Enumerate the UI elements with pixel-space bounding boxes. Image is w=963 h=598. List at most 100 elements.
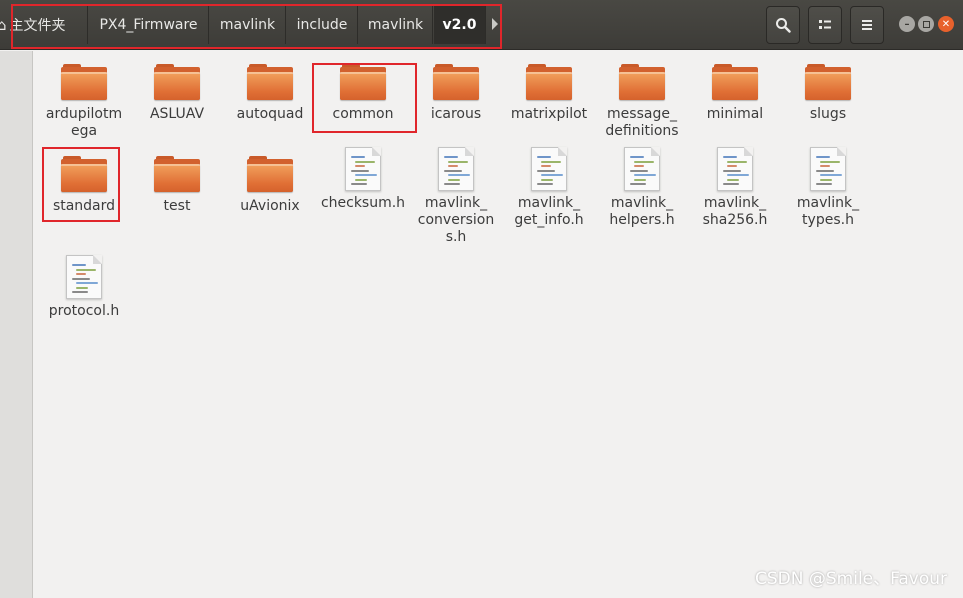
close-icon: ✕ [941, 18, 951, 30]
code-line-decoration [448, 178, 460, 181]
item-label: checksum.h [320, 195, 406, 211]
code-line-decoration [351, 156, 365, 158]
code-line-decoration [634, 178, 646, 181]
item-label: mavlink_ helpers.h [609, 195, 675, 228]
code-line-decoration [541, 174, 563, 176]
view-toggle-button[interactable] [808, 6, 842, 44]
code-line-decoration [820, 178, 832, 181]
maximize-button[interactable] [918, 16, 934, 32]
file-item[interactable]: mavlink_ conversion s.h [410, 147, 502, 246]
code-line-decoration [630, 169, 648, 172]
item-label: message_ definitions [605, 106, 679, 139]
annotation-common-box [312, 63, 417, 133]
maximize-icon [922, 20, 930, 28]
code-line-decoration [537, 169, 555, 172]
code-line-decoration [723, 169, 741, 172]
folder-item[interactable]: slugs [782, 62, 874, 123]
item-label: protocol.h [48, 303, 120, 319]
code-line-decoration [727, 160, 747, 163]
folder-item[interactable]: minimal [689, 62, 781, 123]
code-line-decoration [351, 169, 369, 172]
minimize-icon: – [904, 18, 910, 30]
folder-icon [247, 154, 293, 194]
folder-item[interactable]: icarous [410, 62, 502, 123]
text-file-icon [717, 147, 753, 191]
folder-item[interactable]: ardupilotm ega [38, 62, 130, 140]
folder-item[interactable]: ASLUAV [131, 62, 223, 123]
code-line-decoration [448, 160, 468, 163]
code-line-decoration [72, 264, 86, 266]
menu-icon [862, 20, 872, 30]
watermark: CSDN @Smile、Favour [755, 569, 947, 589]
home-icon: ⌂ [0, 16, 7, 34]
item-label: mavlink_ conversion s.h [417, 195, 495, 245]
menu-button[interactable] [850, 6, 884, 44]
code-line-decoration [541, 165, 551, 167]
code-line-decoration [351, 183, 367, 185]
folder-icon [619, 62, 665, 102]
file-item[interactable]: mavlink_ types.h [782, 147, 874, 229]
folder-item[interactable]: matrixpilot [503, 62, 595, 123]
text-file-icon [810, 147, 846, 191]
sidebar [0, 51, 33, 598]
folder-item[interactable]: message_ definitions [596, 62, 688, 140]
code-line-decoration [816, 169, 834, 172]
file-item[interactable]: mavlink_ helpers.h [596, 147, 688, 229]
search-button[interactable] [766, 6, 800, 44]
code-line-decoration [634, 174, 656, 176]
item-label: ardupilotm ega [45, 106, 123, 139]
item-label: mavlink_ sha256.h [702, 195, 768, 228]
view-toggle-icon [819, 20, 831, 29]
code-line-decoration [72, 291, 88, 293]
item-label: icarous [430, 106, 482, 122]
code-line-decoration [820, 165, 830, 167]
code-line-decoration [541, 178, 553, 181]
code-line-decoration [723, 183, 739, 185]
code-line-decoration [355, 165, 365, 167]
code-line-decoration [634, 165, 644, 167]
code-line-decoration [727, 165, 737, 167]
folder-item[interactable]: autoquad [224, 62, 316, 123]
code-line-decoration [76, 273, 86, 275]
annotation-breadcrumb-box [11, 4, 502, 49]
code-line-decoration [820, 174, 842, 176]
folder-item[interactable]: uAvionix [224, 154, 316, 215]
code-line-decoration [816, 183, 832, 185]
item-label: ASLUAV [149, 106, 205, 122]
code-line-decoration [355, 160, 375, 163]
folder-icon [61, 62, 107, 102]
code-line-decoration [355, 178, 367, 181]
text-file-icon [345, 147, 381, 191]
search-icon [776, 18, 791, 33]
code-line-decoration [72, 277, 90, 280]
code-line-decoration [355, 174, 377, 176]
code-line-decoration [727, 174, 749, 176]
folder-icon [712, 62, 758, 102]
code-line-decoration [537, 183, 553, 185]
code-line-decoration [76, 286, 88, 289]
code-line-decoration [444, 156, 458, 158]
folder-item[interactable]: test [131, 154, 223, 215]
item-label: test [163, 198, 191, 214]
file-item[interactable]: mavlink_ get_info.h [503, 147, 595, 229]
close-button[interactable]: ✕ [938, 16, 954, 32]
folder-icon [433, 62, 479, 102]
folder-icon [154, 154, 200, 194]
file-item[interactable]: protocol.h [38, 255, 130, 320]
minimize-button[interactable]: – [899, 16, 915, 32]
code-line-decoration [76, 268, 96, 271]
code-line-decoration [444, 169, 462, 172]
item-label: slugs [809, 106, 847, 122]
code-line-decoration [820, 160, 840, 163]
item-label: uAvionix [240, 198, 300, 214]
text-file-icon [531, 147, 567, 191]
code-line-decoration [448, 174, 470, 176]
file-item[interactable]: checksum.h [317, 147, 409, 212]
folder-icon [154, 62, 200, 102]
code-line-decoration [816, 156, 830, 158]
code-line-decoration [541, 160, 561, 163]
code-line-decoration [537, 156, 551, 158]
file-item[interactable]: mavlink_ sha256.h [689, 147, 781, 229]
code-line-decoration [727, 178, 739, 181]
code-line-decoration [723, 156, 737, 158]
